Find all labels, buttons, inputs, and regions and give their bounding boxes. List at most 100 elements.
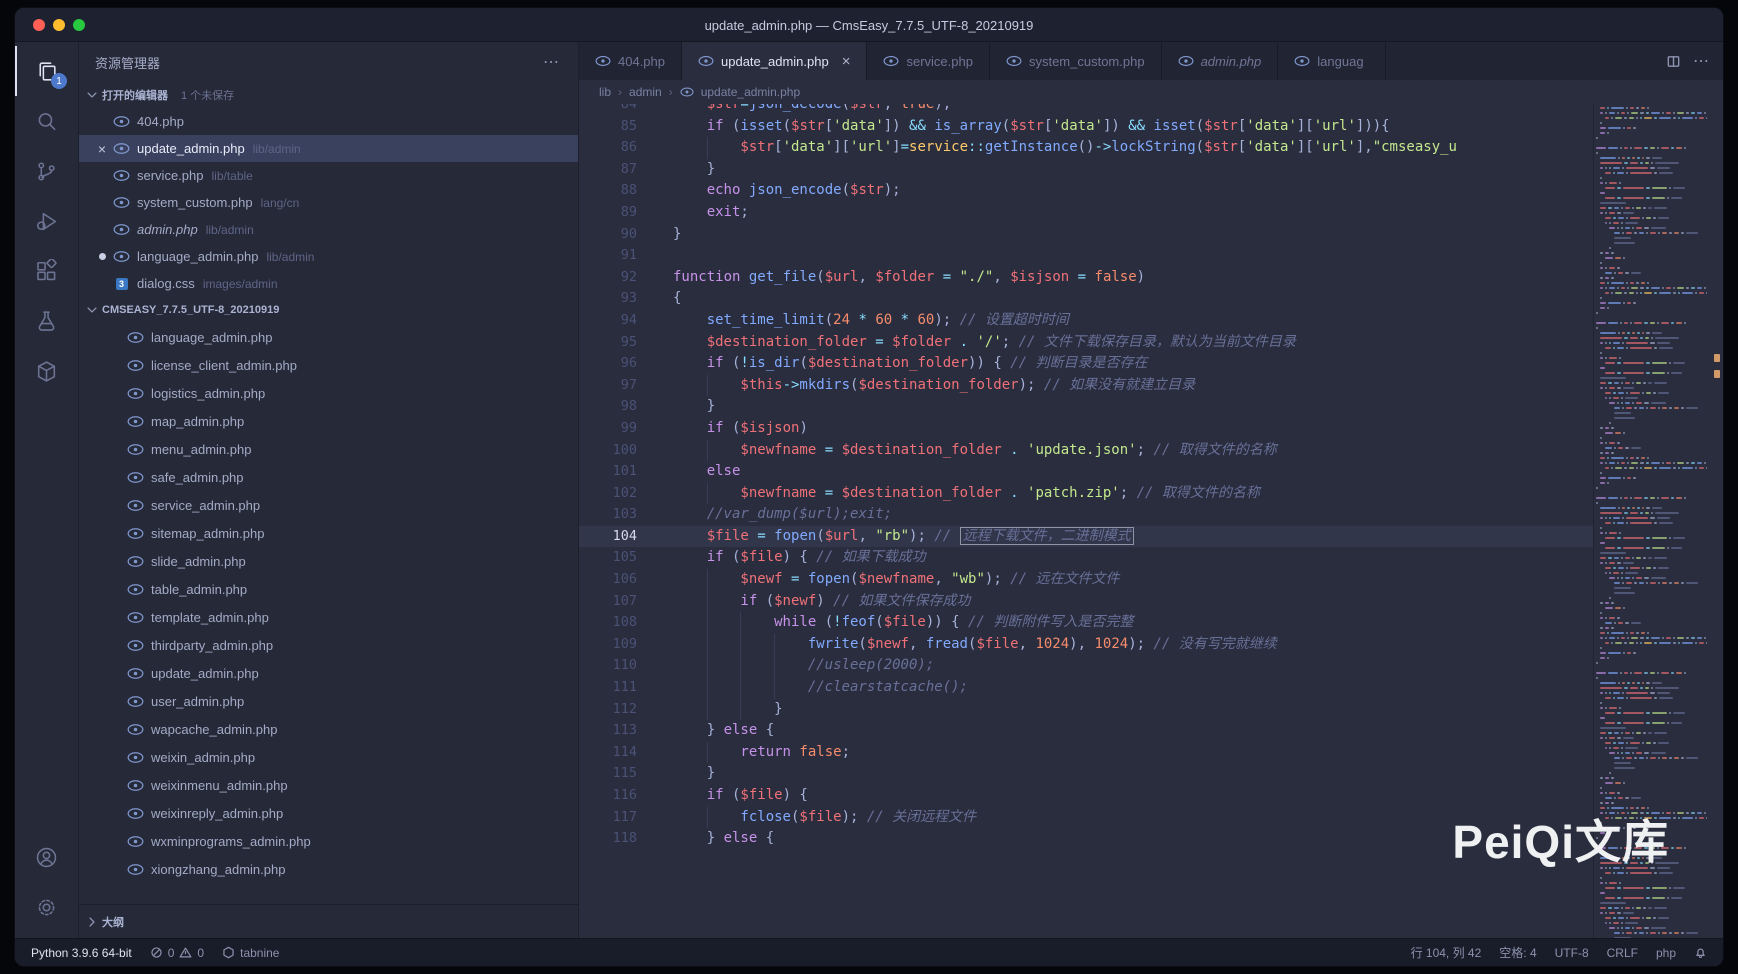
close-tab-icon[interactable]: × (842, 53, 851, 70)
tree-file-item[interactable]: wxminprograms_admin.php (79, 827, 578, 855)
activity-package[interactable] (15, 346, 78, 396)
activity-explorer[interactable]: 1 (15, 46, 78, 96)
activity-settings[interactable] (15, 882, 78, 932)
tree-file-item[interactable]: weixin_admin.php (79, 743, 578, 771)
code-line[interactable]: 92function get_file($url, $folder = "./"… (579, 267, 1593, 289)
open-editor-item[interactable]: language_admin.phplib/admin (79, 243, 578, 270)
activity-run-debug[interactable] (15, 196, 78, 246)
code-line[interactable]: 91 (579, 245, 1593, 267)
open-editor-item[interactable]: ×update_admin.phplib/admin (79, 135, 578, 162)
code-line[interactable]: 90} (579, 224, 1593, 246)
tree-file-item[interactable]: sitemap_admin.php (79, 519, 578, 547)
code-line[interactable]: 100$newfname = $destination_folder . 'up… (579, 440, 1593, 462)
code-line[interactable]: 111//clearstatcache(); (579, 677, 1593, 699)
code-line[interactable]: 110//usleep(2000); (579, 655, 1593, 677)
tree-file-item[interactable]: license_client_admin.php (79, 351, 578, 379)
code-line[interactable]: 118} else { (579, 828, 1593, 850)
tree-file-item[interactable]: thirdparty_admin.php (79, 631, 578, 659)
status-notifications[interactable] (1694, 946, 1707, 959)
tree-file-item[interactable]: logistics_admin.php (79, 379, 578, 407)
breadcrumb-item[interactable]: lib (599, 85, 611, 99)
status-indent-setting[interactable]: 空格: 4 (1499, 944, 1536, 961)
code-line[interactable]: 107if ($newf) // 如果文件保存成功 (579, 591, 1593, 613)
folder-section-header[interactable]: CMSEASY_7.7.5_UTF-8_20210919 (79, 297, 578, 323)
overview-ruler[interactable] (1711, 104, 1723, 938)
tab-service.php[interactable]: service.php (867, 42, 989, 80)
editor-more-icon[interactable]: ⋯ (1693, 51, 1709, 71)
tree-file-item[interactable]: wapcache_admin.php (79, 715, 578, 743)
open-editor-item[interactable]: 404.php (79, 108, 578, 135)
tree-file-item[interactable]: weixinreply_admin.php (79, 799, 578, 827)
tab-update_admin.php[interactable]: update_admin.php× (682, 42, 867, 80)
tree-file-item[interactable]: slide_admin.php (79, 547, 578, 575)
code-line[interactable]: 105if ($file) { // 如果下载成功 (579, 547, 1593, 569)
code-line[interactable]: 93{ (579, 288, 1593, 310)
code-line[interactable]: 102$newfname = $destination_folder . 'pa… (579, 483, 1593, 505)
code-line[interactable]: 87} (579, 159, 1593, 181)
tree-file-item[interactable]: table_admin.php (79, 575, 578, 603)
open-editors-header[interactable]: 打开的编辑器 1 个未保存 (79, 82, 578, 108)
status-tabnine[interactable]: tabnine (222, 946, 279, 960)
code-line[interactable]: 84$str=json_decode($str, true); (579, 104, 1593, 116)
open-editor-item[interactable]: system_custom.phplang/cn (79, 189, 578, 216)
code-line[interactable]: 113} else { (579, 720, 1593, 742)
tree-file-item[interactable]: weixinmenu_admin.php (79, 771, 578, 799)
code-line[interactable]: 89exit; (579, 202, 1593, 224)
close-editor-icon[interactable]: × (91, 141, 113, 157)
code-line[interactable]: 104$file = fopen($url, "rb"); // 远程下载文件，… (579, 526, 1593, 548)
code-line[interactable]: 103//var_dump($url);exit; (579, 504, 1593, 526)
code-line[interactable]: 115} (579, 763, 1593, 785)
activity-search[interactable] (15, 96, 78, 146)
tab-system_custom.php[interactable]: system_custom.php (990, 42, 1162, 80)
activity-account[interactable] (15, 832, 78, 882)
activity-source-control[interactable] (15, 146, 78, 196)
code-line[interactable]: 114return false; (579, 742, 1593, 764)
code-line[interactable]: 98} (579, 396, 1593, 418)
code-line[interactable]: 108while (!feof($file)) { // 判断附件写入是否完整 (579, 612, 1593, 634)
code-line[interactable]: 116if ($file) { (579, 785, 1593, 807)
code-line[interactable]: 88echo json_encode($str); (579, 180, 1593, 202)
code-line[interactable]: 96if (!is_dir($destination_folder)) { //… (579, 353, 1593, 375)
status-python-version[interactable]: Python 3.9.6 64-bit (31, 946, 132, 960)
code-line[interactable]: 86$str['data']['url']=service::getInstan… (579, 137, 1593, 159)
tab-admin.php[interactable]: admin.php (1162, 42, 1279, 80)
code-line[interactable]: 99if ($isjson) (579, 418, 1593, 440)
code-line[interactable]: 85if (isset($str['data']) && is_array($s… (579, 116, 1593, 138)
code-line[interactable]: 94set_time_limit(24 * 60 * 60); // 设置超时时… (579, 310, 1593, 332)
tree-file-item[interactable]: template_admin.php (79, 603, 578, 631)
tree-file-item[interactable]: language_admin.php (79, 323, 578, 351)
code-line[interactable]: 117fclose($file); // 关闭远程文件 (579, 807, 1593, 829)
status-problems[interactable]: 00 (150, 946, 204, 960)
status-cursor-position[interactable]: 行 104, 列 42 (1411, 944, 1482, 961)
open-editor-item[interactable]: service.phplib/table (79, 162, 578, 189)
activity-testing[interactable] (15, 296, 78, 346)
code-line[interactable]: 106$newf = fopen($newfname, "wb"); // 远在… (579, 569, 1593, 591)
tab-404.php[interactable]: 404.php (579, 42, 682, 80)
tree-file-item[interactable]: service_admin.php (79, 491, 578, 519)
activity-extensions[interactable] (15, 246, 78, 296)
tab-languag[interactable]: languag (1278, 42, 1386, 80)
more-actions-icon[interactable]: ⋯ (543, 52, 560, 72)
tree-file-item[interactable]: xiongzhang_admin.php (79, 855, 578, 883)
open-editor-item[interactable]: 3dialog.cssimages/admin (79, 270, 578, 297)
status-encoding[interactable]: UTF-8 (1555, 946, 1589, 960)
split-editor-icon[interactable] (1666, 54, 1681, 69)
tree-file-item[interactable]: menu_admin.php (79, 435, 578, 463)
breadcrumb-item[interactable]: update_admin.php (701, 85, 800, 99)
status-eol[interactable]: CRLF (1607, 946, 1638, 960)
tree-file-item[interactable]: user_admin.php (79, 687, 578, 715)
outline-section[interactable]: 大纲 (79, 904, 578, 938)
status-language-mode[interactable]: php (1656, 946, 1676, 960)
editor[interactable]: 84$str=json_decode($str, true);85if (iss… (579, 104, 1593, 938)
tree-file-item[interactable]: update_admin.php (79, 659, 578, 687)
code-line[interactable]: 109fwrite($newf, fread($file, 1024), 102… (579, 634, 1593, 656)
code-line[interactable]: 95$destination_folder = $folder . '/'; /… (579, 332, 1593, 354)
open-editor-item[interactable]: admin.phplib/admin (79, 216, 578, 243)
code-line[interactable]: 97$this->mkdirs($destination_folder); //… (579, 375, 1593, 397)
tree-file-item[interactable]: safe_admin.php (79, 463, 578, 491)
code-line[interactable]: 101else (579, 461, 1593, 483)
code-line[interactable]: 112} (579, 699, 1593, 721)
minimap[interactable] (1593, 104, 1711, 938)
tree-file-item[interactable]: map_admin.php (79, 407, 578, 435)
breadcrumb-item[interactable]: admin (629, 85, 662, 99)
